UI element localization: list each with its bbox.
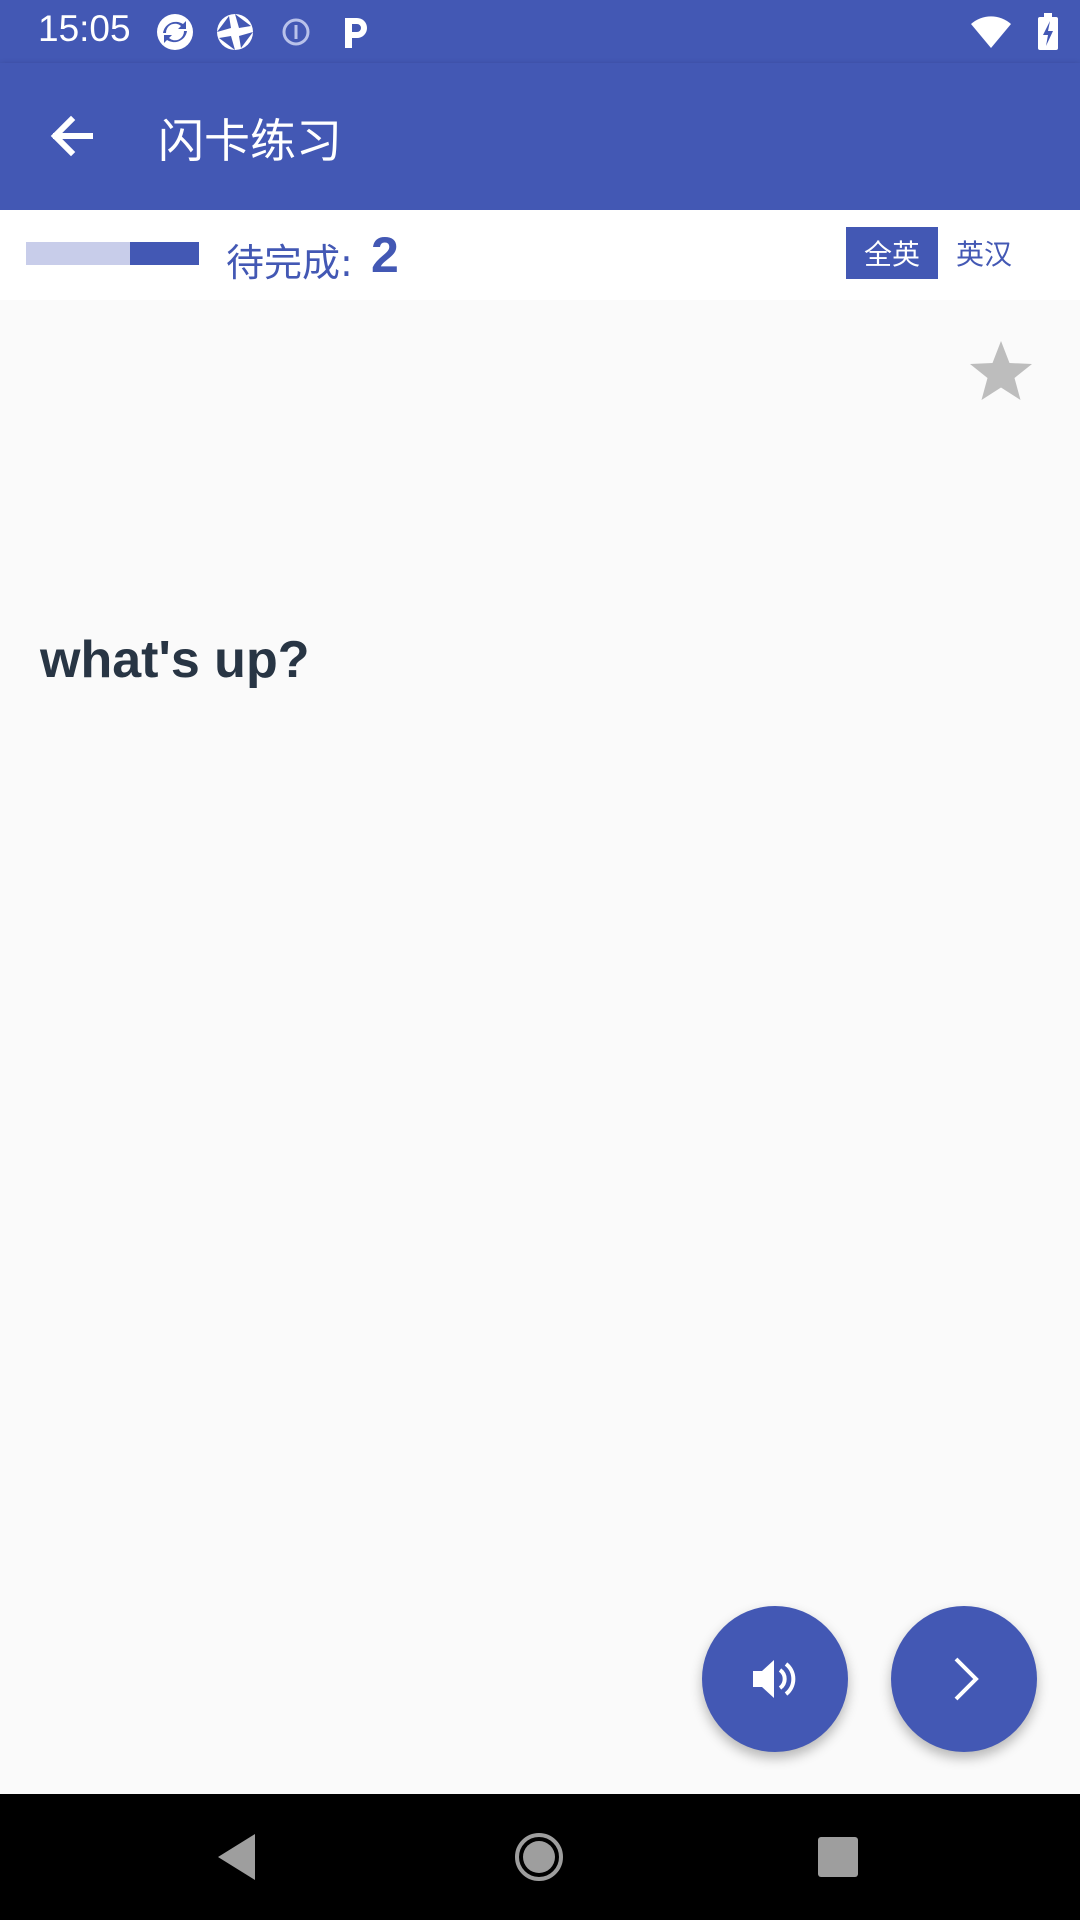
back-button[interactable] — [38, 101, 108, 171]
nav-recents-button[interactable] — [805, 1824, 871, 1890]
parking-p-icon — [345, 18, 367, 48]
favorite-button[interactable] — [966, 336, 1036, 406]
system-nav-bar — [0, 1794, 1080, 1920]
progress-row: 待完成: 2 全英 英汉 — [0, 210, 1080, 300]
nav-home-icon — [515, 1833, 563, 1881]
nav-back-icon — [218, 1834, 255, 1880]
nav-recents-icon — [818, 1837, 858, 1877]
page-title: 闪卡练习 — [158, 114, 342, 168]
next-card-button[interactable] — [891, 1606, 1037, 1752]
pending-label: 待完成: — [226, 241, 353, 285]
nav-home-button[interactable] — [506, 1824, 572, 1890]
sync-icon — [157, 14, 193, 50]
pending-count: 2 — [371, 227, 399, 283]
aperture-icon — [217, 14, 253, 50]
mode-option-all-english[interactable]: 全英 — [846, 227, 938, 279]
nav-back-button[interactable] — [205, 1824, 271, 1890]
arrow-left-icon — [50, 115, 93, 157]
mode-option-english-chinese[interactable]: 英汉 — [938, 227, 1030, 279]
battery-icon — [1038, 13, 1058, 50]
app-bar: 闪卡练习 — [0, 63, 1080, 210]
speaker-icon — [753, 1660, 796, 1698]
mode-toggle: 全英 英汉 — [846, 227, 1030, 279]
info-circle-icon — [282, 18, 310, 46]
progress-bar-fill — [129, 242, 199, 265]
play-sound-button[interactable] — [702, 1606, 848, 1752]
status-bar: 15:05 — [0, 0, 1080, 63]
star-icon — [970, 341, 1032, 400]
chevron-right-icon — [954, 1657, 979, 1701]
progress-bar — [26, 242, 199, 265]
flashcard-text: what's up? — [40, 631, 310, 689]
wifi-icon — [971, 16, 1011, 48]
status-time: 15:05 — [38, 8, 131, 49]
